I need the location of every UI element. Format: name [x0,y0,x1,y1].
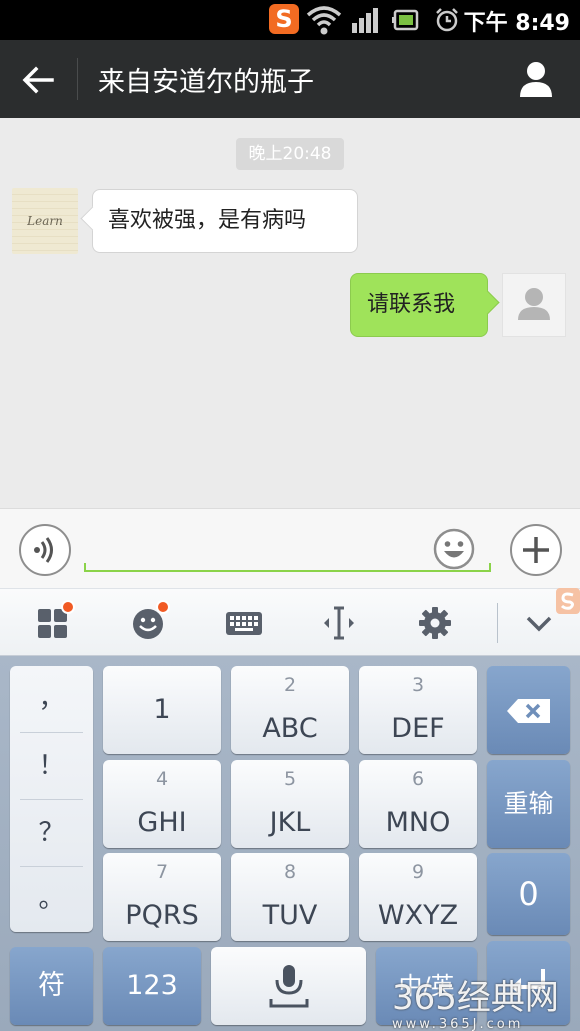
space-key[interactable] [211,947,366,1025]
default-avatar-icon [518,288,550,320]
watermark: 365经典网 www.365J.com [392,978,559,1031]
gear-icon[interactable] [415,603,455,643]
keyboard-toolbar [0,588,580,656]
key-9-wxyz[interactable]: 9 WXYZ [359,853,477,941]
sent-message[interactable]: 请联系我 [350,273,488,337]
microphone-icon [269,965,309,1008]
key-3-def[interactable]: 3 DEF [359,666,477,754]
profile-icon[interactable] [518,60,554,98]
reinput-key[interactable]: 重输 [487,760,570,848]
notification-dot [61,600,75,614]
key-0[interactable]: 0 [487,853,570,935]
wifi-icon [306,6,342,35]
numbers-key[interactable]: 123 [103,947,201,1025]
back-arrow-icon[interactable] [18,60,58,100]
key-period[interactable]: 。 [20,866,83,932]
signal-icon [352,8,378,33]
alarm-icon [436,8,458,32]
status-bar: S 下午 8:49 [0,0,580,40]
key-comma[interactable]: ， [20,666,83,732]
voice-button[interactable] [19,524,71,576]
emoji-icon[interactable] [433,528,475,570]
clock: 下午 8:49 [463,11,570,36]
plus-icon [523,537,549,563]
cursor-icon[interactable] [319,603,359,643]
message-timestamp: 晚上20:48 [236,138,344,170]
message-input-bar [0,508,580,588]
key-2-abc[interactable]: 2 ABC [231,666,349,754]
conversation-title: 来自安道尔的瓶子 [98,67,314,98]
key-6-mno[interactable]: 6 MNO [359,760,477,848]
key-7-pqrs[interactable]: 7 PQRS [103,853,221,941]
keyboard-icon[interactable] [224,603,264,643]
message-input[interactable] [84,563,491,572]
key-8-tuv[interactable]: 8 TUV [231,853,349,941]
my-avatar[interactable] [502,273,566,337]
punctuation-column: ， ！ ？ 。 [10,666,93,932]
key-exclamation[interactable]: ！ [20,733,83,799]
voice-icon [34,537,53,563]
more-button[interactable] [510,524,562,576]
sogou-logo-icon [556,588,580,614]
title-bar: 来自安道尔的瓶子 [0,40,580,118]
chat-area[interactable]: 晚上20:48 Learn 喜欢被强，是有病吗 请联系我 [0,118,580,508]
sogou-icon: S [269,4,299,34]
symbols-key[interactable]: 符 [10,947,93,1025]
key-1[interactable]: 1 [103,666,221,754]
key-question[interactable]: ？ [20,800,83,866]
chevron-down-icon[interactable] [519,603,559,643]
key-4-ghi[interactable]: 4 GHI [103,760,221,848]
backspace-key[interactable] [487,666,570,754]
backspace-icon [507,699,550,723]
battery-icon [392,9,419,31]
title-divider [77,58,78,100]
contact-avatar[interactable]: Learn [12,188,78,254]
key-5-jkl[interactable]: 5 JKL [231,760,349,848]
notification-dot [156,600,170,614]
received-message[interactable]: 喜欢被强，是有病吗 [92,189,358,253]
toolbar-divider [497,603,498,643]
